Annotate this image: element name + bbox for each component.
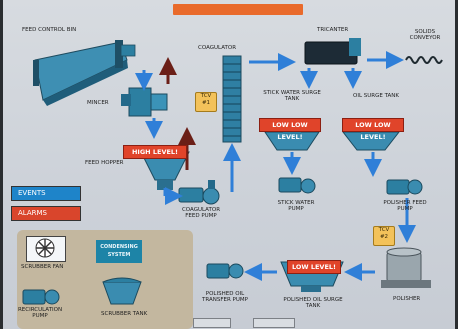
tcv1-valve[interactable]: TCV #1 xyxy=(195,92,217,112)
recirculation-pump-label: RECIRCULATION PUMP xyxy=(17,307,63,319)
condensing-system-button[interactable]: CONDENSING SYSTEM xyxy=(96,240,142,263)
polished-oil-surge-tank-label: POLISHED OIL SURGE TANK xyxy=(283,297,343,309)
polished-oil-transfer-pump-label: POLISHED OIL TRANSFER PUMP xyxy=(202,291,248,303)
polished-oil-low-level-alarm[interactable]: LOW LEVEL! xyxy=(287,260,341,274)
polisher-label: POLISHER xyxy=(393,296,421,302)
mincer-label: MINCER xyxy=(87,100,109,106)
hmi-screen: FEED CONTROL BIN MINCER FEED HOPPER COAG… xyxy=(3,0,455,329)
alarms-button[interactable]: ALARMS xyxy=(11,206,81,221)
stick-water-surge-tank-label: STICK WATER SURGE TANK xyxy=(263,90,321,102)
coagulator-feed-pump-label: COAGULATOR FEED PUMP xyxy=(181,207,221,219)
tcv2-valve[interactable]: TCV #2 xyxy=(373,226,395,246)
oil-surge-low-low-level-alarm[interactable]: LOW LOW LEVEL! xyxy=(342,118,404,141)
oil-surge-tank-label: OIL SURGE TANK xyxy=(353,93,400,99)
scrubber-fan-label: SCRUBBER FAN xyxy=(21,264,64,270)
scrubber-tank-label: SCRUBBER TANK xyxy=(101,311,148,317)
feed-hopper-label: FEED HOPPER xyxy=(85,160,124,166)
coagulator-label: COAGULATOR xyxy=(198,45,237,51)
stick-water-pump-label: STICK WATER PUMP xyxy=(277,200,315,212)
polisher-feed-pump-label: POLISHER FEED PUMP xyxy=(383,200,427,212)
tricanter-label: TRICANTER xyxy=(317,27,349,33)
stick-water-low-low-level-alarm[interactable]: LOW LOW LEVEL! xyxy=(259,118,321,141)
solids-conveyor-label: SOLIDS CONVEYOR xyxy=(409,29,441,41)
hopper-high-level-alarm[interactable]: HIGH LEVEL! xyxy=(123,145,187,159)
feed-control-bin-label: FEED CONTROL BIN xyxy=(22,27,77,33)
events-button[interactable]: EVENTS xyxy=(11,186,81,201)
